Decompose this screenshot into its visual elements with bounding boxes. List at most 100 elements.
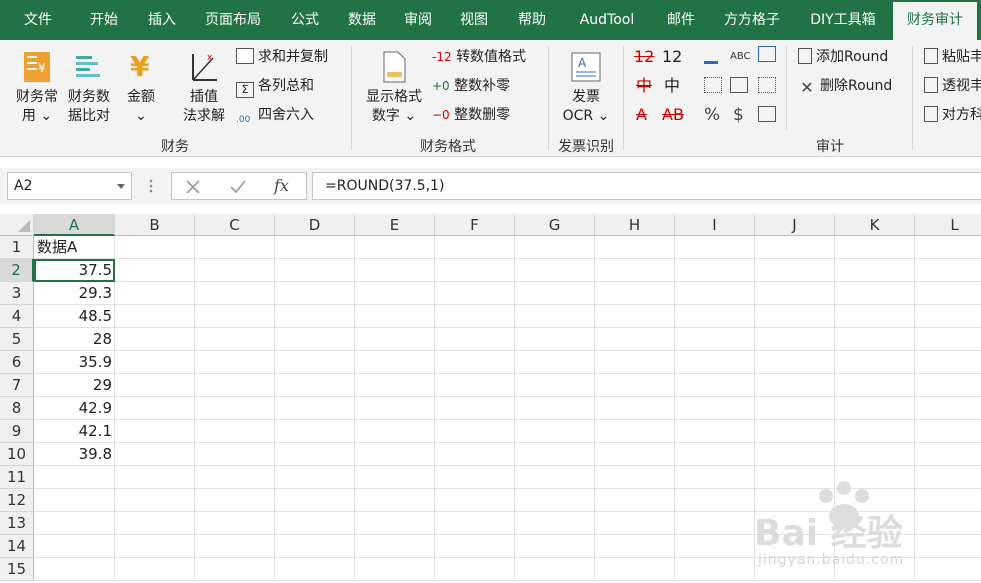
tab-fangfang[interactable]: 方方格子 bbox=[714, 0, 790, 40]
column-header-D[interactable]: D bbox=[275, 214, 355, 236]
sum-copy-button[interactable]: 求和并复制 bbox=[236, 48, 328, 66]
row-header-9[interactable]: 9 bbox=[0, 420, 34, 443]
tab-review[interactable]: 审阅 bbox=[392, 0, 444, 40]
pad-zero-button[interactable]: +0 整数补零 bbox=[432, 77, 510, 95]
invoice-ocr-button[interactable]: A 发票 OCR ⌄ bbox=[556, 50, 616, 126]
move-button[interactable] bbox=[758, 46, 780, 64]
tab-page-layout[interactable]: 页面布局 bbox=[196, 0, 270, 40]
tab-help[interactable]: 帮助 bbox=[504, 0, 560, 40]
tab-finance-audit[interactable]: 财务审计 bbox=[893, 2, 977, 40]
row-header-15[interactable]: 15 bbox=[0, 558, 34, 581]
cell-A7[interactable]: 29 bbox=[34, 374, 115, 397]
row-header-6[interactable]: 6 bbox=[0, 351, 34, 374]
column-header-G[interactable]: G bbox=[515, 214, 595, 236]
column-header-J[interactable]: J bbox=[755, 214, 835, 236]
minus-button[interactable] bbox=[704, 48, 722, 66]
to-number-format-label: 转数值格式 bbox=[456, 49, 527, 65]
number-normal-label: 12 bbox=[662, 47, 683, 66]
row-header-12[interactable]: 12 bbox=[0, 489, 34, 512]
row-header-3[interactable]: 3 bbox=[0, 282, 34, 305]
cancel-icon[interactable] bbox=[186, 180, 200, 194]
char-normal-button[interactable]: 中 bbox=[664, 77, 680, 95]
remove-zero-button[interactable]: −0 整数删零 bbox=[432, 106, 510, 124]
tab-view[interactable]: 视图 bbox=[448, 0, 500, 40]
tab-file[interactable]: 文件 bbox=[10, 0, 66, 40]
char-strike-button[interactable]: 中 bbox=[636, 77, 652, 95]
paste-table-button[interactable]: 粘贴丰 bbox=[924, 48, 981, 66]
cell-A5[interactable]: 28 bbox=[34, 328, 115, 351]
border-box-button[interactable] bbox=[730, 77, 752, 95]
column-header-E[interactable]: E bbox=[355, 214, 435, 236]
display-format-button[interactable]: 显示格式 数字 ⌄ bbox=[362, 50, 426, 126]
to-number-format-button[interactable]: -12 转数值格式 bbox=[432, 48, 526, 66]
tab-diy-toolbox[interactable]: DIY工具箱 bbox=[800, 0, 886, 40]
column-header-I[interactable]: I bbox=[675, 214, 755, 236]
cell-A3[interactable]: 29.3 bbox=[34, 282, 115, 305]
cell-A6[interactable]: 35.9 bbox=[34, 351, 115, 374]
cell-A1-header[interactable]: 数据A bbox=[34, 236, 115, 259]
row-header-2[interactable]: 2 bbox=[0, 259, 34, 282]
delete-round-button[interactable]: ✕ 删除Round bbox=[798, 77, 892, 96]
tab-formulas[interactable]: 公式 bbox=[280, 0, 330, 40]
grid-horizontal-line bbox=[34, 327, 981, 328]
row-header-11[interactable]: 11 bbox=[0, 466, 34, 489]
add-round-button[interactable]: 添加Round bbox=[798, 48, 888, 66]
number-normal-button[interactable]: 12 bbox=[662, 48, 682, 66]
formula-input[interactable]: =ROUND(37.5,1) bbox=[312, 172, 981, 200]
dollar-button[interactable]: $ bbox=[733, 106, 744, 124]
row-header-10[interactable]: 10 bbox=[0, 443, 34, 466]
svg-text:¥: ¥ bbox=[38, 61, 46, 75]
column-header-L[interactable]: L bbox=[915, 214, 981, 236]
ribbon: ¥ 财务常 用 ⌄ 财务数 据比对 ¥ 金额 ⌄ x 插值 法求解 求和并复制 … bbox=[0, 40, 981, 157]
name-box[interactable]: A2 bbox=[7, 172, 132, 200]
row-header-14[interactable]: 14 bbox=[0, 535, 34, 558]
row-header-7[interactable]: 7 bbox=[0, 374, 34, 397]
column-header-H[interactable]: H bbox=[595, 214, 675, 236]
border-grid-button[interactable] bbox=[704, 77, 726, 95]
interpolation-button[interactable]: x 插值 法求解 bbox=[178, 50, 230, 126]
finance-common-button[interactable]: ¥ 财务常 用 ⌄ bbox=[10, 50, 64, 126]
row-header-5[interactable]: 5 bbox=[0, 328, 34, 351]
grid-horizontal-line bbox=[34, 396, 981, 397]
row-header-8[interactable]: 8 bbox=[0, 397, 34, 420]
percent-button[interactable]: % bbox=[704, 106, 720, 124]
letters-strike-button[interactable]: AB bbox=[662, 106, 684, 124]
cell-A4[interactable]: 48.5 bbox=[34, 305, 115, 328]
column-header-K[interactable]: K bbox=[835, 214, 915, 236]
letter-strike-button[interactable]: A bbox=[636, 106, 647, 124]
tab-insert[interactable]: 插入 bbox=[134, 0, 190, 40]
column-header-B[interactable]: B bbox=[115, 214, 195, 236]
cell-A9[interactable]: 42.1 bbox=[34, 420, 115, 443]
percent-label: % bbox=[704, 105, 721, 125]
tab-audtool[interactable]: AudTool bbox=[566, 0, 648, 40]
insert-function-icon[interactable]: fx bbox=[274, 176, 289, 195]
number-strike-button[interactable]: 12 bbox=[634, 48, 654, 66]
counterparty-button[interactable]: 对方科 bbox=[924, 106, 981, 124]
column-header-C[interactable]: C bbox=[195, 214, 275, 236]
invoice-ocr-label2: OCR ⌄ bbox=[562, 108, 610, 124]
calendar-button[interactable] bbox=[758, 106, 780, 124]
tab-mail[interactable]: 邮件 bbox=[656, 0, 706, 40]
column-totals-button[interactable]: Σ 各列总和 bbox=[236, 77, 314, 98]
group-separator bbox=[912, 46, 913, 150]
column-header-F[interactable]: F bbox=[435, 214, 515, 236]
cell-A10[interactable]: 39.8 bbox=[34, 443, 115, 466]
amount-button[interactable]: ¥ 金额 ⌄ bbox=[118, 50, 164, 126]
chevron-down-icon[interactable] bbox=[117, 184, 125, 190]
cell-A8[interactable]: 42.9 bbox=[34, 397, 115, 420]
row-header-1[interactable]: 1 bbox=[0, 236, 34, 259]
pivot-table-button[interactable]: 透视丰 bbox=[924, 77, 981, 95]
data-compare-button[interactable]: 财务数 据比对 bbox=[64, 50, 114, 126]
column-header-A[interactable]: A bbox=[34, 214, 115, 236]
tab-data[interactable]: 数据 bbox=[336, 0, 388, 40]
abc-button[interactable]: ABC bbox=[730, 48, 751, 66]
confirm-icon[interactable] bbox=[230, 180, 246, 194]
tab-home[interactable]: 开始 bbox=[76, 0, 132, 40]
row-header-4[interactable]: 4 bbox=[0, 305, 34, 328]
round-half-even-button[interactable]: .00 四舍六入 bbox=[236, 106, 314, 128]
drag-handle-icon[interactable] bbox=[148, 179, 154, 193]
border-dots-button[interactable] bbox=[758, 77, 780, 95]
select-all-corner[interactable] bbox=[0, 214, 34, 236]
row-header-13[interactable]: 13 bbox=[0, 512, 34, 535]
dollar-label: $ bbox=[733, 105, 744, 125]
